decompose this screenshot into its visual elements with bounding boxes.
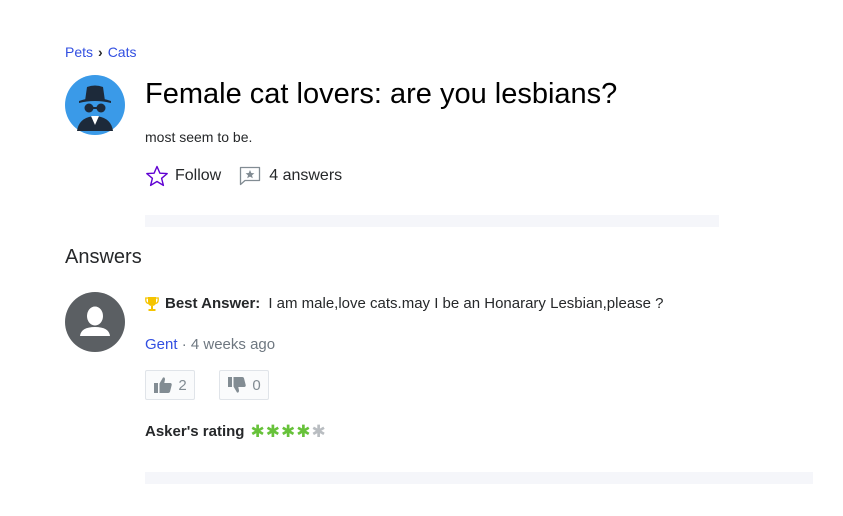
meta-separator: · bbox=[181, 336, 187, 353]
follow-button[interactable]: Follow bbox=[145, 165, 221, 187]
question-title: Female cat lovers: are you lesbians? bbox=[145, 78, 618, 110]
asker-avatar[interactable] bbox=[65, 75, 125, 135]
rating-star-filled-icon: ✱ bbox=[265, 422, 280, 441]
rating-star-filled-icon: ✱ bbox=[296, 422, 311, 441]
incognito-avatar-icon bbox=[65, 75, 125, 135]
rating-label: Asker's rating bbox=[145, 423, 245, 440]
downvote-count: 0 bbox=[252, 376, 261, 394]
answer-time: 4 weeks ago bbox=[190, 336, 276, 353]
chevron-right-icon: › bbox=[98, 44, 103, 60]
vote-controls: 2 0 bbox=[145, 370, 269, 400]
askers-rating: Asker's rating ✱ ✱ ✱ ✱ ✱ bbox=[145, 423, 327, 440]
breadcrumb-cats[interactable]: Cats bbox=[108, 44, 137, 60]
upvote-button[interactable]: 2 bbox=[145, 370, 195, 400]
question-actions: Follow 4 answers bbox=[145, 165, 342, 187]
answer-author-link[interactable]: Gent bbox=[145, 336, 178, 353]
section-divider bbox=[145, 472, 813, 484]
rating-star-empty-icon: ✱ bbox=[311, 422, 326, 441]
answer-flag-icon bbox=[240, 166, 261, 186]
answer-meta: Gent · 4 weeks ago bbox=[145, 336, 275, 353]
answers-count[interactable]: 4 answers bbox=[239, 166, 342, 186]
question-body: most seem to be. bbox=[145, 129, 253, 145]
star-outline-icon bbox=[146, 165, 168, 187]
trophy-icon bbox=[145, 296, 159, 311]
thumbs-up-icon bbox=[154, 377, 173, 393]
answers-count-label: 4 answers bbox=[269, 167, 343, 184]
section-divider bbox=[145, 215, 719, 227]
follow-label: Follow bbox=[175, 167, 222, 184]
downvote-button[interactable]: 0 bbox=[219, 370, 269, 400]
answers-heading: Answers bbox=[65, 246, 142, 268]
breadcrumb: Pets › Cats bbox=[65, 44, 136, 60]
best-answer-label: Best Answer: bbox=[165, 295, 261, 312]
breadcrumb-pets[interactable]: Pets bbox=[65, 44, 93, 60]
best-answer: Best Answer: I am male,love cats.may I b… bbox=[145, 295, 664, 312]
rating-star-filled-icon: ✱ bbox=[250, 422, 265, 441]
thumbs-down-icon bbox=[228, 377, 247, 393]
answer-text: I am male,love cats.may I be an Honarary… bbox=[268, 295, 664, 312]
default-user-avatar-icon bbox=[65, 292, 125, 352]
rating-star-filled-icon: ✱ bbox=[280, 422, 296, 441]
answer-avatar[interactable] bbox=[65, 292, 125, 352]
upvote-count: 2 bbox=[178, 376, 187, 394]
rating-stars: ✱ ✱ ✱ ✱ ✱ bbox=[250, 423, 326, 440]
